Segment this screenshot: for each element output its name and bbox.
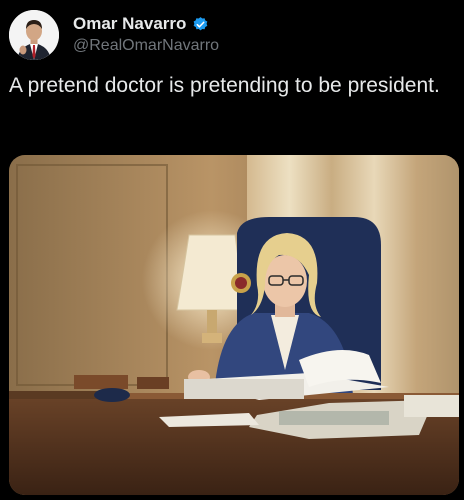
author-display-name[interactable]: Omar Navarro (73, 14, 186, 34)
verified-badge-icon (192, 16, 209, 33)
avatar[interactable] (9, 10, 59, 60)
author-handle[interactable]: @RealOmarNavarro (73, 37, 219, 55)
tweet-text: A pretend doctor is pretending to be pre… (9, 74, 440, 97)
tweet-header: Omar Navarro @RealOmarNavarro (9, 10, 455, 66)
tweet-photo[interactable] (9, 155, 459, 495)
